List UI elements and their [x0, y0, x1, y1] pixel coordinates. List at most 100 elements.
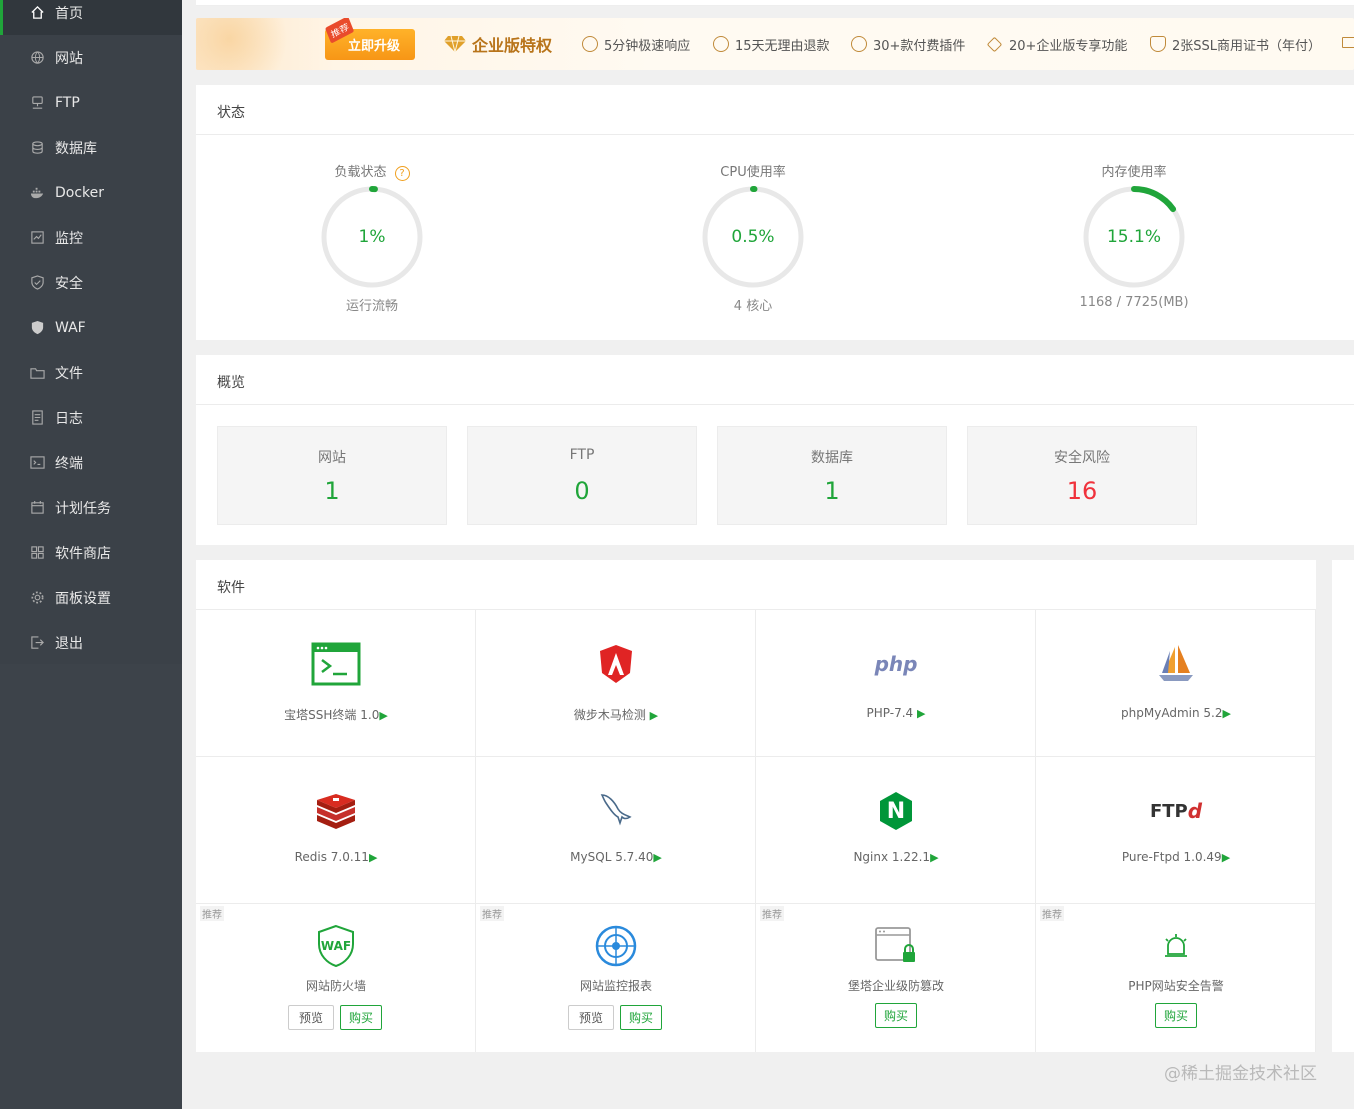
- software-name[interactable]: Pure-Ftpd 1.0.49▶: [1036, 850, 1316, 864]
- software-item[interactable]: N Nginx 1.22.1▶: [756, 757, 1036, 904]
- overview-card-value[interactable]: 1: [218, 477, 446, 505]
- overview-card[interactable]: 网站 1: [217, 426, 447, 525]
- sidebar-item[interactable]: 退出: [0, 620, 182, 665]
- overview-card-value[interactable]: 0: [468, 477, 696, 505]
- buy-button[interactable]: 购买: [1155, 1003, 1197, 1028]
- log-icon: [29, 410, 45, 426]
- buy-button[interactable]: 购买: [620, 1005, 662, 1030]
- main-content: 立即升级 推荐 企业版特权 5分钟极速响应 15天无理由退款 30+款付费插件 …: [182, 0, 1354, 1109]
- software-name[interactable]: 微步木马检测 ▶: [476, 706, 756, 723]
- feature-label: 5分钟极速响应: [604, 38, 691, 54]
- database-icon: [29, 140, 45, 156]
- overview-card-value[interactable]: 1: [718, 477, 946, 505]
- terminal-window-icon: [306, 640, 366, 688]
- sidebar-item[interactable]: WAF: [0, 305, 182, 350]
- software-name[interactable]: PHP-7.4 ▶: [756, 706, 1036, 720]
- sidebar-item[interactable]: 软件商店: [0, 530, 182, 575]
- help-icon[interactable]: ?: [394, 166, 410, 181]
- preview-button[interactable]: 预览: [568, 1005, 614, 1030]
- gauge-label-text: 负载状态: [334, 165, 387, 180]
- overview-card-value[interactable]: 16: [968, 477, 1196, 505]
- software-item[interactable]: php PHP-7.4 ▶: [756, 610, 1036, 757]
- software-item[interactable]: 微步木马检测 ▶: [476, 610, 756, 757]
- overview-card[interactable]: FTP 0: [467, 426, 697, 525]
- overview-card[interactable]: 数据库 1: [717, 426, 947, 525]
- software-item[interactable]: 宝塔SSH终端 1.0▶: [196, 610, 476, 757]
- divider: [196, 404, 1354, 405]
- software-item[interactable]: MySQL 5.7.40▶: [476, 757, 756, 904]
- logout-icon: [29, 635, 45, 651]
- feature-response[interactable]: 5分钟极速响应: [582, 32, 690, 56]
- recommended-item[interactable]: 推荐 网站监控报表 预览 购买: [476, 904, 756, 1052]
- sidebar-item[interactable]: 终端: [0, 440, 182, 485]
- recommended-name: 网站监控报表: [579, 979, 652, 993]
- radar-icon: [586, 922, 646, 970]
- sidebar-item[interactable]: 文件: [0, 350, 182, 395]
- sidebar-item[interactable]: 安全: [0, 260, 182, 305]
- gear-icon: [29, 590, 45, 606]
- refund-icon: [713, 36, 729, 52]
- feature-plugins[interactable]: 30+款付费插件: [851, 32, 965, 56]
- sidebar-item-label: 文件: [55, 365, 83, 382]
- preview-button[interactable]: 预览: [288, 1005, 334, 1030]
- software-item[interactable]: FTP d Pure-Ftpd 1.0.49▶: [1036, 757, 1316, 904]
- enterprise-title[interactable]: 企业版特权: [444, 32, 552, 56]
- software-name[interactable]: 宝塔SSH终端 1.0▶: [196, 706, 476, 723]
- recommended-name: PHP网站安全告警: [1128, 979, 1224, 993]
- sidebar-item-label: 数据库: [55, 140, 97, 157]
- gauge-value: 0.5%: [731, 227, 775, 247]
- software-item[interactable]: Redis 7.0.11▶: [196, 757, 476, 904]
- overview-card[interactable]: 安全风险 16: [967, 426, 1197, 525]
- software-name[interactable]: phpMyAdmin 5.2▶: [1036, 706, 1316, 720]
- shield-icon: [29, 275, 45, 291]
- buy-button[interactable]: 购买: [875, 1003, 917, 1028]
- clock-icon: [582, 36, 598, 52]
- trojan-shield-icon: [586, 640, 646, 688]
- divider: [196, 134, 1354, 135]
- feature-label: 15天无理由退款: [735, 38, 830, 54]
- sidebar-item[interactable]: 监控: [0, 215, 182, 260]
- sidebar-item[interactable]: 日志: [0, 395, 182, 440]
- sidebar-item[interactable]: FTP: [0, 80, 182, 125]
- sidebar-item-label: 面板设置: [55, 590, 111, 607]
- recommended-item[interactable]: 推荐 WAF 网站防火墙 预览 购买: [196, 904, 476, 1052]
- sidebar-item[interactable]: 计划任务: [0, 485, 182, 530]
- software-item[interactable]: phpMyAdmin 5.2▶: [1036, 610, 1316, 757]
- ftpd-icon: FTP d: [1146, 787, 1206, 835]
- diamond-icon: [444, 35, 466, 53]
- software-name[interactable]: Redis 7.0.11▶: [196, 850, 476, 864]
- sidebar-item-label: 退出: [55, 635, 83, 652]
- sidebar-item[interactable]: 网站: [0, 35, 182, 80]
- buy-button[interactable]: 购买: [340, 1005, 382, 1030]
- gauge-subtext: 1168 / 7725(MB): [1079, 295, 1189, 310]
- gauge-subtext: 运行流畅: [345, 299, 398, 314]
- sailboat-icon: [1146, 640, 1206, 688]
- gauge[interactable]: CPU使用率 0.5% 4 核心: [673, 161, 833, 321]
- software-name[interactable]: Nginx 1.22.1▶: [756, 850, 1036, 864]
- terminal-icon: [29, 455, 45, 471]
- feature-label: 2张SSL商用证书（年付）: [1172, 38, 1322, 54]
- recommended-item[interactable]: 推荐 PHP网站安全告警 购买: [1036, 904, 1316, 1052]
- sidebar-item[interactable]: 数据库: [0, 125, 182, 170]
- recommended-item[interactable]: 推荐 堡塔企业级防篡改 购买: [756, 904, 1036, 1052]
- sidebar: 首页 网站 FTP 数据库 Docker 监控安全 WAF 文件日志终端 计划任务 软件商店面板设…: [0, 0, 182, 1109]
- sidebar-item-label: 日志: [55, 410, 83, 427]
- php-icon-text: php: [874, 652, 918, 676]
- mail-icon[interactable]: [1342, 37, 1354, 48]
- gauge[interactable]: 负载状态? 1% 运行流畅: [292, 161, 452, 321]
- feature-refund[interactable]: 15天无理由退款: [713, 32, 830, 56]
- sidebar-item[interactable]: 首页: [0, 0, 182, 35]
- gauge-value: 15.1%: [1106, 227, 1161, 247]
- sidebar-item[interactable]: 面板设置: [0, 575, 182, 620]
- ftpd-icon-text: FTP: [1149, 800, 1188, 822]
- sidebar-item[interactable]: Docker: [0, 170, 182, 215]
- feature-ssl[interactable]: 2张SSL商用证书（年付）: [1150, 32, 1321, 56]
- feature-enterprise[interactable]: 20+企业版专享功能: [986, 32, 1127, 56]
- gauge[interactable]: 内存使用率 15.1% 1168 / 7725(MB): [1054, 161, 1214, 321]
- sidebar-item-label: 监控: [55, 230, 83, 247]
- play-icon: ▶: [930, 851, 939, 864]
- gauge-label: 负载状态?: [292, 161, 452, 181]
- waf-icon-text: WAF: [320, 939, 352, 953]
- gauge-label: 内存使用率: [1054, 161, 1214, 180]
- software-name[interactable]: MySQL 5.7.40▶: [476, 850, 756, 864]
